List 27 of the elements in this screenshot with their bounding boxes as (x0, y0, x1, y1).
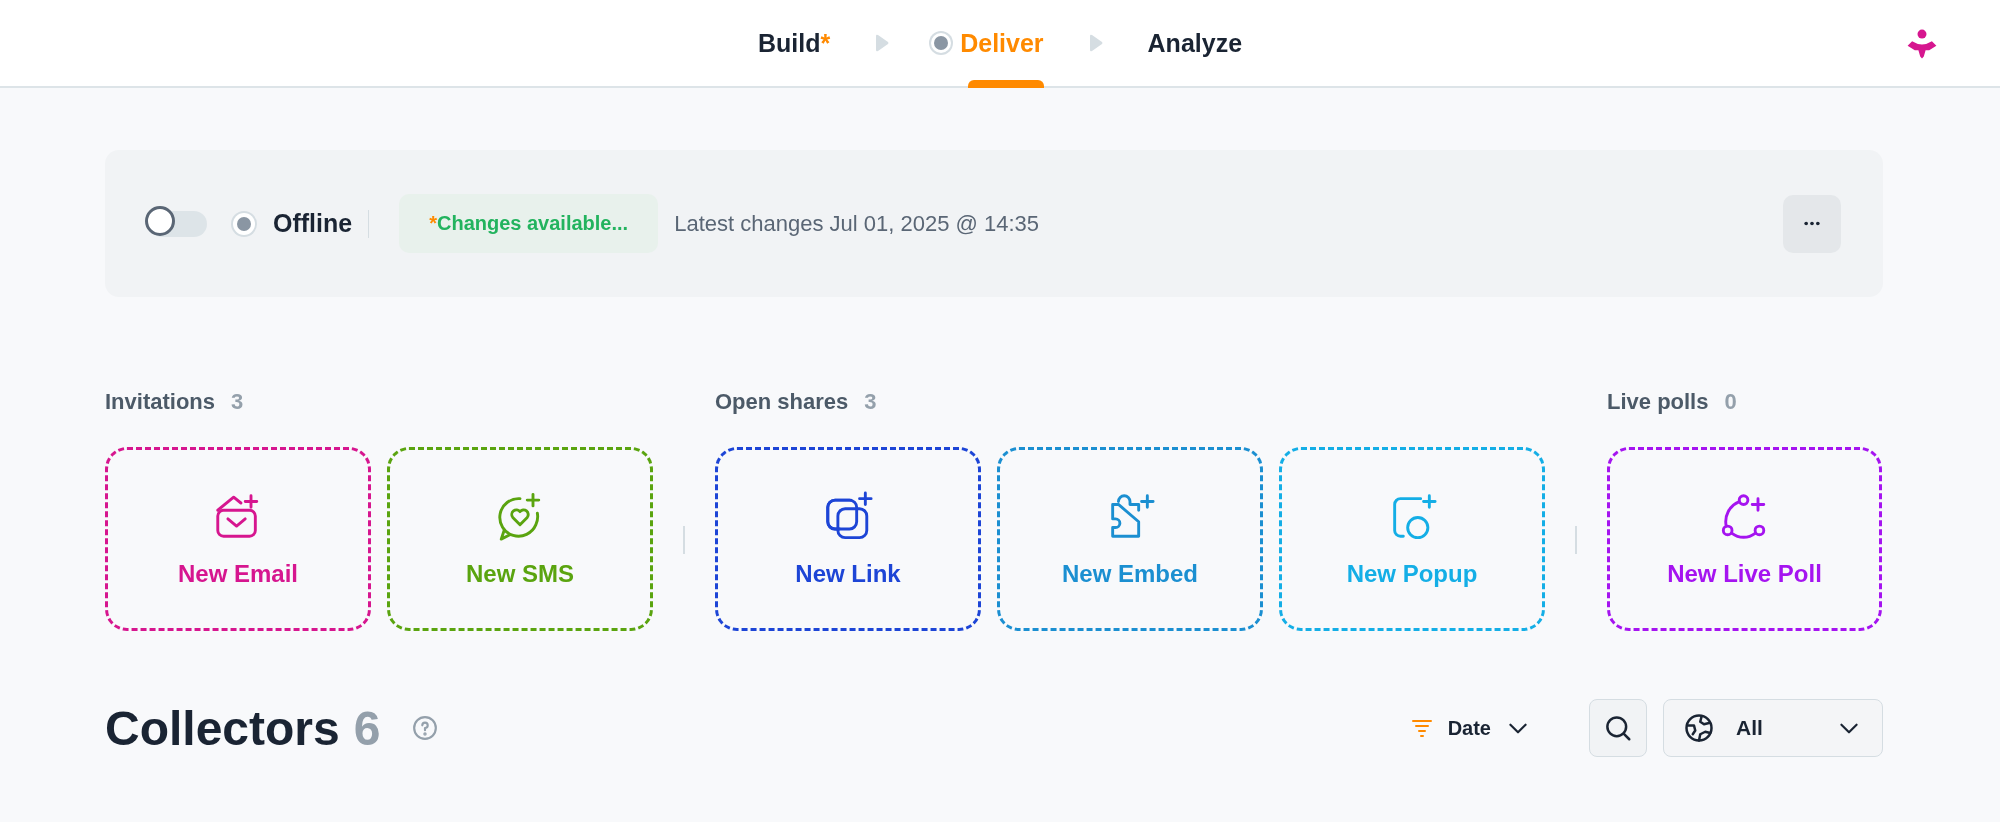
globe-icon (1684, 713, 1714, 743)
latest-changes-text: Latest changes Jul 01, 2025 @ 14:35 (674, 210, 1040, 237)
arrow-icon (1087, 34, 1104, 52)
section-count: 3 (231, 389, 244, 415)
section-count: 0 (1724, 389, 1737, 415)
more-icon (1803, 221, 1821, 226)
section-title: Invitations (105, 389, 215, 415)
help-icon (412, 715, 439, 741)
step-tab[interactable]: Analyze (1147, 0, 1243, 86)
filter-dropdown[interactable]: All (1663, 699, 1883, 757)
new-collector-button[interactable]: New Live Poll (1607, 447, 1882, 631)
search-button[interactable] (1589, 699, 1647, 757)
new-collector-button[interactable]: New Email (105, 447, 371, 631)
section-title: Open shares (715, 389, 849, 415)
section-title: Live polls (1607, 389, 1709, 415)
changes-badge: *Changes available... (399, 194, 659, 253)
status-label: Offline (273, 209, 353, 238)
sort-dropdown[interactable]: Date (1403, 714, 1537, 742)
collectors-count: 6 (353, 700, 381, 756)
new-collector-button[interactable]: New Embed (997, 447, 1263, 631)
search-icon (1603, 713, 1633, 743)
collectors-title: Collectors (105, 700, 340, 756)
arrow-icon (874, 34, 891, 52)
step-tab[interactable]: Build* (757, 0, 831, 86)
new-collector-button[interactable]: New Link (715, 447, 981, 631)
section-count: 3 (864, 389, 877, 415)
new-collector-button[interactable]: New SMS (387, 447, 653, 631)
